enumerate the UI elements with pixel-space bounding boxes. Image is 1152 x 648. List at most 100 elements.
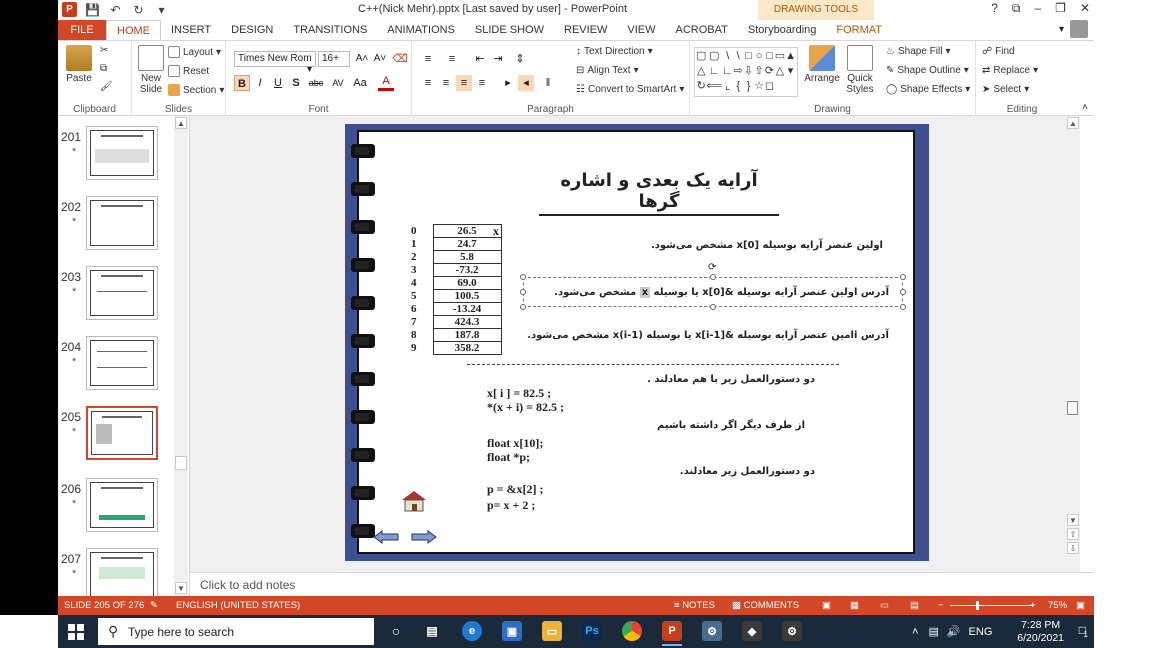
tab-insert[interactable]: INSERT (161, 20, 221, 40)
justify-icon[interactable]: ≡ (474, 75, 490, 91)
resize-handle[interactable] (520, 274, 526, 280)
app-icon[interactable]: ⚙ (702, 621, 722, 641)
columns-icon[interactable]: ‖ (540, 75, 556, 91)
scroll-thumb[interactable] (175, 456, 187, 470)
resize-handle[interactable] (710, 304, 716, 310)
clear-format-icon[interactable]: ⌫ (392, 51, 408, 67)
code-line-5[interactable]: p = &x[2] ; (487, 482, 544, 497)
section-button[interactable]: Section ▾ (168, 84, 224, 96)
thumbnail-206[interactable]: 206 * (58, 474, 189, 538)
tab-file[interactable]: FILE (58, 20, 106, 40)
comments-button[interactable]: ▩ COMMENTS (732, 600, 799, 611)
next-slide-icon[interactable]: ⇩ (1067, 542, 1079, 554)
tab-slide-show[interactable]: SLIDE SHOW (465, 20, 554, 40)
resize-handle[interactable] (900, 289, 906, 295)
undo-icon[interactable]: ↶ (108, 2, 123, 17)
shape-fill-button[interactable]: ♨ Shape Fill ▾ (886, 46, 950, 57)
home-icon[interactable] (401, 490, 427, 512)
tab-transitions[interactable]: TRANSITIONS (283, 20, 377, 40)
task-view-icon[interactable]: ▤ (422, 621, 442, 641)
reading-view-icon[interactable]: ▭ (880, 600, 889, 611)
resize-handle[interactable] (900, 304, 906, 310)
zoom-slider-knob[interactable] (976, 601, 979, 610)
thumbnail-203[interactable]: 203 * (58, 262, 189, 326)
layout-button[interactable]: Layout ▾ (168, 46, 221, 58)
thumbnail-202[interactable]: 202 * (58, 192, 189, 256)
resize-handle[interactable] (520, 289, 526, 295)
arrange-button[interactable]: Arrange (804, 45, 840, 84)
equivalence-note-2[interactable]: دو دستورالعمل زیر معادلند. (680, 466, 815, 477)
chrome-icon[interactable] (622, 621, 642, 641)
line-spacing-icon[interactable]: ⇕ (512, 51, 528, 67)
language-indicator[interactable]: ENG (969, 626, 993, 638)
replace-button[interactable]: ⇄ Replace ▾ (982, 65, 1038, 76)
tab-animations[interactable]: ANIMATIONS (377, 20, 465, 40)
italic-button[interactable]: I (252, 75, 268, 91)
font-size-combo[interactable]: 16+ (318, 51, 350, 67)
zoom-level[interactable]: 75% (1048, 600, 1067, 611)
photoshop-icon[interactable]: Ps (582, 621, 602, 641)
collapse-ribbon-icon[interactable]: ˄ (1082, 102, 1088, 113)
text-line-3[interactable]: آدرس i‌امین عنصر آرایه بوسیله &x[i-1] یا… (527, 330, 889, 341)
language-indicator[interactable]: ENGLISH (UNITED STATES) (176, 600, 300, 611)
select-button[interactable]: ➤ Select ▾ (982, 84, 1029, 95)
ltr-icon[interactable]: ▸ (500, 75, 516, 91)
user-avatar[interactable] (1070, 20, 1088, 38)
equivalence-note[interactable]: دو دستورالعمل زیر با هم معادلند . (647, 374, 815, 385)
save-icon[interactable]: 💾 (85, 2, 100, 17)
quick-styles-button[interactable]: Quick Styles (842, 45, 878, 95)
scroll-thumb[interactable] (1067, 401, 1078, 415)
fit-slide-icon[interactable]: ▣ (1076, 600, 1085, 611)
edge-icon[interactable]: e (462, 621, 482, 641)
shadow-button[interactable]: S (288, 75, 304, 91)
code-line-1[interactable]: x[ i ] = 82.5 ; (487, 386, 551, 401)
spellcheck-icon[interactable]: ✎ (150, 600, 158, 611)
text-direction-button[interactable]: ↕ Text Direction ▾ (576, 46, 653, 57)
resize-handle[interactable] (520, 304, 526, 310)
cut-icon[interactable]: ✂ (100, 45, 108, 56)
format-painter-icon[interactable]: 🖌 (100, 81, 113, 92)
bullets-icon[interactable]: ≡ (420, 51, 436, 67)
tab-home[interactable]: HOME (106, 20, 161, 40)
scroll-down-icon[interactable]: ▼ (175, 582, 187, 594)
shapes-gallery[interactable]: ▢ ▢ \ \ □ ○ □ ▭ ▲ △ ∟ ∟ ⇨ ⇩ ⇧ ⟳ △ ▾ ↻ ⟸ ⌞{} ☆ ◻ (694, 47, 798, 97)
font-color-button[interactable]: A (378, 75, 394, 91)
tab-design[interactable]: DESIGN (221, 20, 283, 40)
app-icon[interactable]: ◆ (742, 621, 762, 641)
zoom-slider[interactable] (950, 605, 1034, 606)
tab-format[interactable]: FORMAT (826, 20, 892, 40)
grow-font-icon[interactable]: A˄ (354, 51, 370, 67)
prev-slide-icon[interactable]: ⇧ (1067, 528, 1079, 540)
network-icon[interactable]: ▤ (928, 625, 938, 638)
strikethrough-button[interactable]: abc (306, 75, 326, 91)
normal-view-icon[interactable]: ▣ (822, 600, 831, 611)
tab-acrobat[interactable]: ACROBAT (666, 20, 738, 40)
zoom-in-icon[interactable]: + (1030, 600, 1036, 611)
slide-scrollbar[interactable]: ▲ ▼ ⇧ ⇩ (1066, 116, 1080, 572)
ribbon-options-icon[interactable]: ▾ (1059, 24, 1064, 35)
tab-view[interactable]: VIEW (617, 20, 665, 40)
align-left-icon[interactable]: ≡ (420, 75, 436, 91)
text-line-1[interactable]: اولین عنصر آرایه بوسیله x[0] مشخص می‌شود… (651, 240, 883, 251)
thumbnail-204[interactable]: 204 * (58, 332, 189, 396)
align-text-button[interactable]: ⊟ Align Text ▾ (576, 65, 639, 76)
slideshow-view-icon[interactable]: ▤ (910, 600, 919, 611)
redo-icon[interactable]: ↻ (131, 2, 146, 17)
resize-handle[interactable] (900, 274, 906, 280)
thumbnail-201[interactable]: 201 * (58, 122, 189, 186)
close-button[interactable]: ✕ (1080, 1, 1090, 16)
other-note[interactable]: از طرف دیگر اگر داشته باشیم (657, 420, 805, 431)
char-spacing-button[interactable]: AV (328, 75, 348, 91)
code-line-3[interactable]: float x[10]; (487, 436, 543, 451)
decrease-indent-icon[interactable]: ⇤ (472, 51, 488, 67)
align-right-icon[interactable]: ≡ (456, 75, 472, 91)
rotate-handle-icon[interactable]: ⟳ (708, 262, 716, 273)
tab-review[interactable]: REVIEW (554, 20, 617, 40)
chevron-up-icon[interactable]: ˄ (912, 626, 918, 638)
code-line-2[interactable]: *(x + i) = 82.5 ; (487, 400, 564, 415)
zoom-out-icon[interactable]: − (938, 600, 944, 611)
ribbon-display-button[interactable]: ⧉ (1012, 1, 1021, 16)
shape-outline-button[interactable]: ✎ Shape Outline ▾ (886, 65, 969, 76)
reset-button[interactable]: Reset (168, 65, 209, 77)
shrink-font-icon[interactable]: A˅ (372, 51, 388, 67)
